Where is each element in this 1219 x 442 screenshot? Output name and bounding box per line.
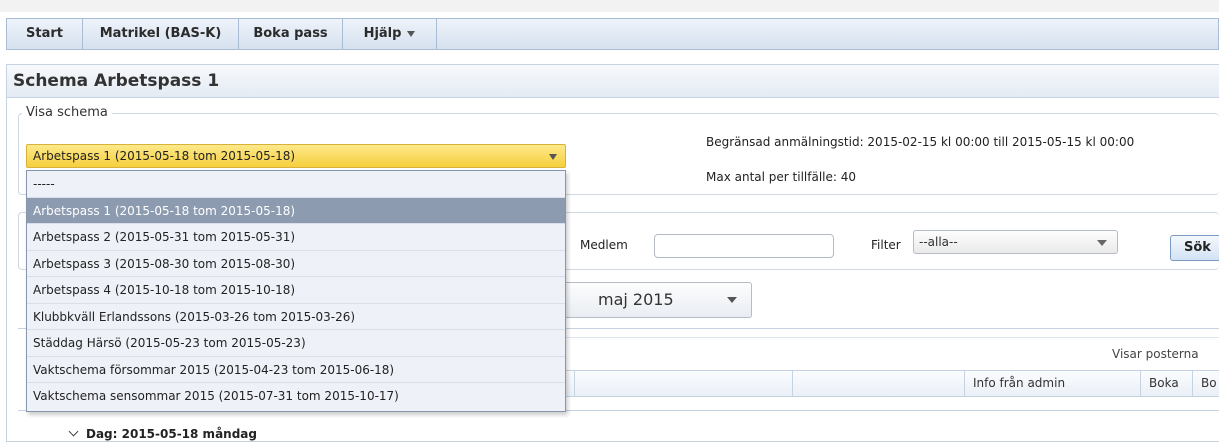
anmalningstid-text: Begränsad anmälningstid: 2015-02-15 kl 0…	[706, 135, 1135, 149]
max-antal-text: Max antal per tillfälle: 40	[706, 170, 856, 184]
title-strip	[0, 0, 1219, 12]
filter-label: Filter	[871, 238, 901, 252]
option-item[interactable]: Klubbkväll Erlandssons (2015-03-26 tom 2…	[27, 304, 565, 330]
menu-boka-pass[interactable]: Boka pass	[239, 19, 343, 49]
menu-hjalp[interactable]: Hjälp	[343, 19, 437, 49]
option-item[interactable]: Arbetspass 2 (2015-05-31 tom 2015-05-31)	[27, 224, 565, 251]
main-menu-bar: Start Matrikel (BAS-K) Boka pass Hjälp	[6, 18, 1219, 50]
option-item[interactable]: Arbetspass 4 (2015-10-18 tom 2015-10-18)	[27, 277, 565, 304]
medlem-label: Medlem	[580, 238, 628, 252]
chevron-down-icon	[1097, 240, 1107, 246]
filter-select[interactable]: --alla--	[913, 230, 1118, 254]
page-title: Schema Arbetspass 1	[13, 71, 220, 91]
grid-toolbar-divider	[566, 337, 1219, 338]
day-group-label: Dag: 2015-05-18 måndag	[86, 427, 257, 441]
grid-col-2[interactable]	[792, 371, 964, 396]
visar-posterna-text: Visar posterna	[1112, 347, 1199, 361]
grid-col-1[interactable]	[574, 371, 792, 396]
month-select-value: maj 2015	[598, 290, 674, 309]
option-item[interactable]: Vaktschema försommar 2015 (2015-04-23 to…	[27, 357, 565, 383]
visa-schema-select[interactable]: Arbetspass 1 (2015-05-18 tom 2015-05-18)	[26, 144, 566, 168]
option-item-selected[interactable]: Arbetspass 1 (2015-05-18 tom 2015-05-18)	[27, 197, 565, 224]
chevron-down-icon	[407, 30, 416, 37]
day-group-row[interactable]: Dag: 2015-05-18 måndag	[68, 426, 257, 441]
visa-schema-options: ----- Arbetspass 1 (2015-05-18 tom 2015-…	[26, 170, 566, 412]
menu-matrikel[interactable]: Matrikel (BAS-K)	[83, 19, 239, 49]
option-item[interactable]: Arbetspass 3 (2015-08-30 tom 2015-08-30)	[27, 251, 565, 277]
visa-schema-selected-value: Arbetspass 1 (2015-05-18 tom 2015-05-18)	[33, 149, 296, 163]
grid-col-boka[interactable]: Boka	[1140, 371, 1192, 396]
visa-schema-legend: Visa schema	[22, 105, 112, 120]
grid-col-bo[interactable]: Bo	[1192, 371, 1219, 396]
menu-start[interactable]: Start	[7, 19, 83, 49]
option-item[interactable]: Vaktschema sensommar 2015 (2015-07-31 to…	[27, 383, 565, 410]
medlem-input[interactable]	[654, 234, 834, 258]
chevron-down-icon	[68, 426, 79, 437]
grid-col-info-fran-admin[interactable]: Info från admin	[964, 371, 1140, 396]
sok-button[interactable]: Sök	[1170, 235, 1219, 261]
chevron-down-icon	[727, 297, 737, 303]
option-item[interactable]: -----	[27, 171, 565, 198]
panel-header: Schema Arbetspass 1	[7, 65, 1219, 98]
chevron-down-icon	[549, 154, 557, 160]
grid-header: Info från admin Boka Bo	[566, 370, 1219, 397]
month-select[interactable]: maj 2015	[566, 282, 752, 318]
option-item[interactable]: Städdag Härsö (2015-05-23 tom 2015-05-23…	[27, 330, 565, 357]
menu-hjalp-label: Hjälp	[363, 26, 402, 41]
filter-select-value: --alla--	[919, 235, 958, 249]
